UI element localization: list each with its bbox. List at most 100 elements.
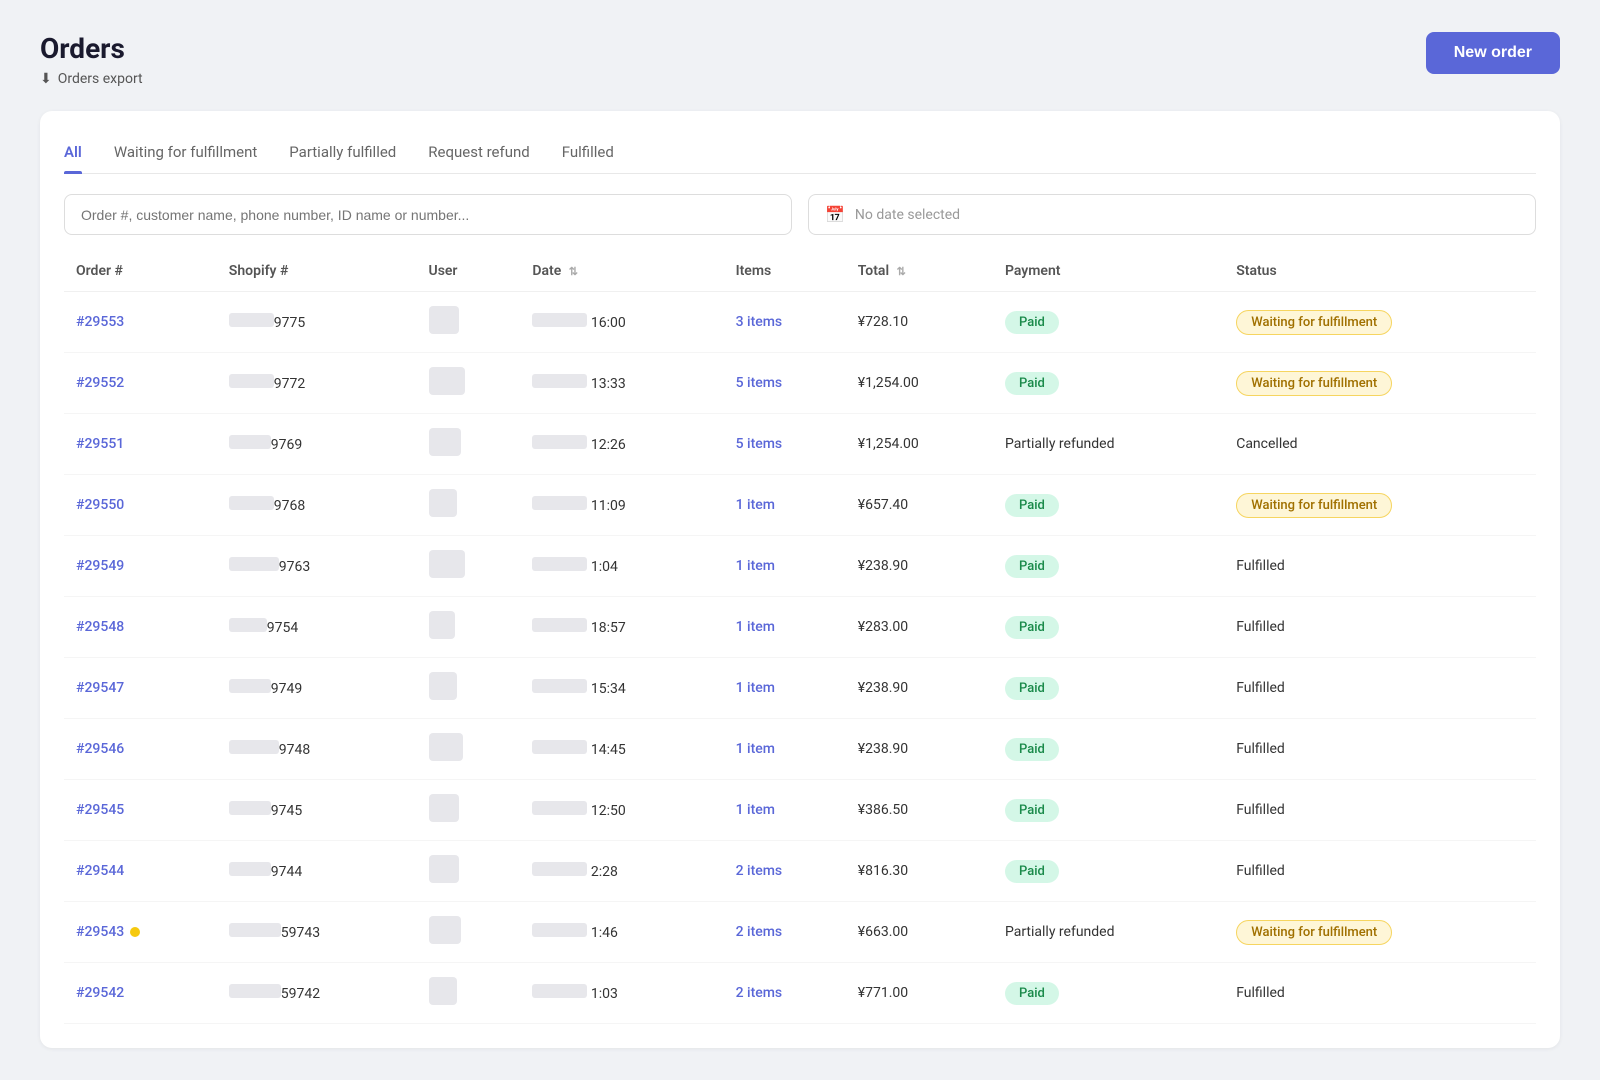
- date-blur: [532, 923, 587, 937]
- shopify-number-cell: 9775: [217, 292, 417, 353]
- col-header-user: User: [417, 255, 521, 292]
- date-cell: 13:33: [520, 353, 723, 414]
- order-link[interactable]: #29547: [76, 680, 124, 696]
- shopify-number-cell: 9769: [217, 414, 417, 475]
- col-header-date[interactable]: Date ⇅: [520, 255, 723, 292]
- tab-fulfilled[interactable]: Fulfilled: [562, 135, 614, 173]
- items-link[interactable]: 5 items: [736, 375, 783, 391]
- shopify-number-cell: 9749: [217, 658, 417, 719]
- shopify-suffix: 9772: [274, 376, 305, 392]
- shopify-prefix-blur: [229, 801, 271, 815]
- tab-all[interactable]: All: [64, 135, 82, 173]
- payment-badge: Paid: [1005, 555, 1059, 578]
- status-text: Fulfilled: [1236, 680, 1285, 696]
- payment-cell: Partially refunded: [993, 414, 1224, 475]
- items-link[interactable]: 2 items: [736, 863, 783, 879]
- order-number-cell: #29552: [64, 353, 217, 414]
- items-cell: 2 items: [724, 841, 846, 902]
- user-cell: [417, 292, 521, 353]
- status-cell: Waiting for fulfillment: [1224, 902, 1536, 963]
- items-link[interactable]: 1 item: [736, 680, 775, 696]
- shopify-prefix-blur: [229, 984, 281, 998]
- orders-export-link[interactable]: ⬇ Orders export: [40, 71, 143, 87]
- user-avatar-blur: [429, 672, 457, 700]
- shopify-number-cell: 59743: [217, 902, 417, 963]
- table-row: #295509768 11:091 item¥657.40PaidWaiting…: [64, 475, 1536, 536]
- items-link[interactable]: 1 item: [736, 558, 775, 574]
- col-header-payment: Payment: [993, 255, 1224, 292]
- user-avatar-blur: [429, 611, 455, 639]
- order-number-cell: #29550: [64, 475, 217, 536]
- total-cell: ¥1,254.00: [846, 353, 993, 414]
- order-link[interactable]: #29545: [76, 802, 124, 818]
- total-cell: ¥238.90: [846, 719, 993, 780]
- new-order-button[interactable]: New order: [1426, 32, 1560, 74]
- order-link[interactable]: #29549: [76, 558, 124, 574]
- shopify-suffix: 9745: [271, 803, 302, 819]
- shopify-suffix: 9769: [271, 437, 302, 453]
- tab-waiting[interactable]: Waiting for fulfillment: [114, 135, 257, 173]
- items-link[interactable]: 1 item: [736, 741, 775, 757]
- date-cell: 11:09: [520, 475, 723, 536]
- items-cell: 1 item: [724, 658, 846, 719]
- items-link[interactable]: 5 items: [736, 436, 783, 452]
- tab-refund[interactable]: Request refund: [428, 135, 529, 173]
- shopify-prefix-blur: [229, 862, 271, 876]
- items-cell: 5 items: [724, 414, 846, 475]
- status-cell: Waiting for fulfillment: [1224, 292, 1536, 353]
- order-link[interactable]: #29544: [76, 863, 124, 879]
- user-avatar-blur: [429, 733, 463, 761]
- date-blur: [532, 801, 587, 815]
- order-link[interactable]: #29542: [76, 985, 124, 1001]
- order-link[interactable]: #29543: [76, 924, 124, 940]
- shopify-suffix: 9748: [279, 742, 310, 758]
- items-cell: 5 items: [724, 353, 846, 414]
- order-number-cell: #29547: [64, 658, 217, 719]
- order-number-cell: #29545: [64, 780, 217, 841]
- table-row: #295499763 1:041 item¥238.90PaidFulfille…: [64, 536, 1536, 597]
- order-link[interactable]: #29552: [76, 375, 124, 391]
- col-header-order: Order #: [64, 255, 217, 292]
- user-cell: [417, 963, 521, 1024]
- items-link[interactable]: 3 items: [736, 314, 783, 330]
- date-filter[interactable]: 📅 No date selected: [808, 194, 1536, 235]
- payment-cell: Paid: [993, 536, 1224, 597]
- items-link[interactable]: 2 items: [736, 985, 783, 1001]
- date-blur: [532, 679, 587, 693]
- order-link[interactable]: #29546: [76, 741, 124, 757]
- user-avatar-blur: [429, 306, 459, 334]
- shopify-prefix-blur: [229, 496, 274, 510]
- date-placeholder: No date selected: [855, 207, 960, 223]
- date-cell: 12:26: [520, 414, 723, 475]
- items-link[interactable]: 1 item: [736, 497, 775, 513]
- col-header-total[interactable]: Total ⇅: [846, 255, 993, 292]
- table-row: #2954359743 1:462 items¥663.00Partially …: [64, 902, 1536, 963]
- status-cell: Waiting for fulfillment: [1224, 475, 1536, 536]
- payment-cell: Paid: [993, 475, 1224, 536]
- order-link[interactable]: #29548: [76, 619, 124, 635]
- total-cell: ¥816.30: [846, 841, 993, 902]
- user-cell: [417, 658, 521, 719]
- payment-cell: Paid: [993, 292, 1224, 353]
- payment-badge: Paid: [1005, 677, 1059, 700]
- date-blur: [532, 435, 587, 449]
- tab-partial[interactable]: Partially fulfilled: [289, 135, 396, 173]
- status-badge: Waiting for fulfillment: [1236, 493, 1392, 518]
- date-blur: [532, 618, 587, 632]
- status-cell: Fulfilled: [1224, 841, 1536, 902]
- order-link[interactable]: #29553: [76, 314, 124, 330]
- search-input[interactable]: [64, 194, 792, 235]
- shopify-prefix-blur: [229, 435, 271, 449]
- date-blur: [532, 313, 587, 327]
- items-link[interactable]: 1 item: [736, 619, 775, 635]
- status-cell: Fulfilled: [1224, 597, 1536, 658]
- user-cell: [417, 536, 521, 597]
- items-link[interactable]: 2 items: [736, 924, 783, 940]
- order-link[interactable]: #29550: [76, 497, 124, 513]
- order-link[interactable]: #29551: [76, 436, 124, 452]
- shopify-number-cell: 9763: [217, 536, 417, 597]
- date-blur: [532, 740, 587, 754]
- date-blur: [532, 374, 587, 388]
- items-link[interactable]: 1 item: [736, 802, 775, 818]
- date-cell: 1:04: [520, 536, 723, 597]
